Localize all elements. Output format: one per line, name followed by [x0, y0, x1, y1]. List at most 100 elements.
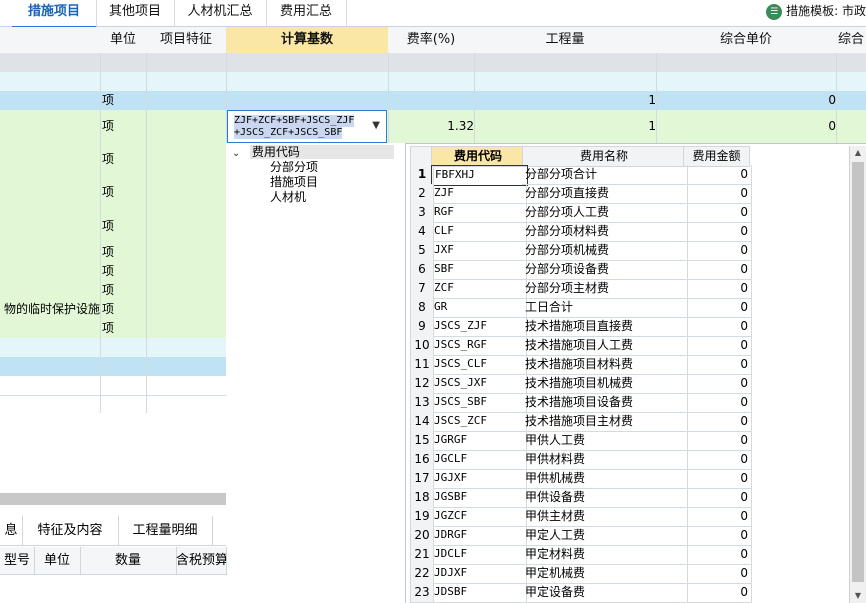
vertical-scrollbar[interactable]: ▲ ▼ [849, 146, 866, 603]
tree-item-rcj[interactable]: 人材机 [270, 190, 306, 205]
unit-cell[interactable]: 项 [100, 110, 148, 143]
code-name-cell[interactable]: 工日合计 [522, 298, 688, 318]
code-cell[interactable]: ZJF [431, 184, 527, 204]
quantity-cell[interactable] [474, 53, 660, 72]
code-name-cell[interactable]: 分部分项人工费 [522, 203, 688, 223]
code-cell[interactable]: ZCF [431, 279, 527, 299]
code-cell[interactable]: JGSBF [431, 488, 527, 508]
unit-cell[interactable] [100, 376, 148, 395]
code-row[interactable]: 10 JSCS_RGF 技术措施项目人工费 0 [410, 336, 752, 356]
item-name-cell[interactable] [0, 243, 100, 262]
code-row[interactable]: 12 JSCS_JXF 技术措施项目机械费 0 [410, 374, 752, 394]
item-name-cell[interactable] [0, 281, 100, 300]
unit-cell[interactable]: 项 [100, 262, 148, 281]
quantity-cell[interactable]: 1 [474, 91, 660, 110]
code-amount-cell[interactable]: 0 [683, 222, 752, 242]
table-row[interactable]: 项 10 [0, 91, 866, 111]
unit-price-cell[interactable] [656, 72, 840, 91]
code-cell[interactable]: CLF [431, 222, 527, 242]
code-row[interactable]: 19 JGZCF 甲供主材费 0 [410, 507, 752, 527]
code-row[interactable]: 16 JGCLF 甲供材料费 0 [410, 450, 752, 470]
code-row[interactable]: 21 JDCLF 甲定材料费 0 [410, 545, 752, 565]
code-row[interactable]: 20 JDRGF 甲定人工费 0 [410, 526, 752, 546]
code-name-cell[interactable]: 甲供设备费 [522, 488, 688, 508]
code-cell[interactable]: JGZCF [431, 507, 527, 527]
code-name-cell[interactable]: 分部分项直接费 [522, 184, 688, 204]
code-amount-cell[interactable]: 0 [683, 241, 752, 261]
item-name-cell[interactable] [0, 376, 100, 395]
code-cell[interactable]: JXF [431, 241, 527, 261]
item-name-cell[interactable] [0, 143, 100, 176]
code-row[interactable]: 7 ZCF 分部分项主材费 0 [410, 279, 752, 299]
code-header-name[interactable]: 费用名称 [522, 146, 686, 167]
code-amount-cell[interactable]: 0 [683, 545, 752, 565]
code-amount-cell[interactable]: 0 [683, 564, 752, 584]
unit-cell[interactable]: 项 [100, 243, 148, 262]
code-amount-cell[interactable]: 0 [683, 165, 752, 185]
tab-info[interactable]: 息 [0, 516, 23, 546]
code-cell[interactable]: JGRGF [431, 431, 527, 451]
code-amount-cell[interactable]: 0 [683, 412, 752, 432]
unit-cell[interactable]: 项 [100, 281, 148, 300]
code-row[interactable]: 4 CLF 分部分项材料费 0 [410, 222, 752, 242]
tree-root[interactable]: ⌄ 费用代码 [232, 145, 394, 159]
quantity-cell[interactable] [474, 72, 660, 91]
tab-quantity-detail[interactable]: 工程量明细 [118, 516, 213, 546]
code-amount-cell[interactable]: 0 [683, 583, 752, 603]
code-cell[interactable]: JSCS_JXF [431, 374, 527, 394]
code-amount-cell[interactable]: 0 [683, 374, 752, 394]
unit-cell[interactable]: 项 [100, 319, 148, 338]
table-row[interactable] [0, 53, 866, 73]
col-header-unit-price[interactable]: 综合单价 [656, 27, 837, 54]
code-name-cell[interactable]: 技术措施项目材料费 [522, 355, 688, 375]
code-row[interactable]: 5 JXF 分部分项机械费 0 [410, 241, 752, 261]
code-cell[interactable]: JGJXF [431, 469, 527, 489]
code-amount-cell[interactable]: 0 [683, 203, 752, 223]
quantity-cell[interactable]: 1 [474, 110, 660, 143]
code-row[interactable]: 9 JSCS_ZJF 技术措施项目直接费 0 [410, 317, 752, 337]
code-row[interactable]: 11 JSCS_CLF 技术措施项目材料费 0 [410, 355, 752, 375]
code-name-cell[interactable]: 甲供人工费 [522, 431, 688, 451]
unit-price-cell[interactable]: 0 [656, 91, 840, 110]
code-row[interactable]: 23 JDSBF 甲定设备费 0 [410, 583, 752, 603]
code-amount-cell[interactable]: 0 [683, 526, 752, 546]
code-name-cell[interactable]: 技术措施项目主材费 [522, 412, 688, 432]
unit-cell[interactable]: 项 [100, 300, 148, 319]
table-row[interactable]: 项 1.32 1 0 [0, 110, 866, 144]
unit-cell[interactable]: 项 [100, 209, 148, 243]
unit-cell[interactable]: 项 [100, 176, 148, 209]
code-amount-cell[interactable]: 0 [683, 279, 752, 299]
code-cell[interactable]: JSCS_CLF [431, 355, 527, 375]
code-cell[interactable]: JSCS_RGF [431, 336, 527, 356]
code-name-cell[interactable]: 甲定机械费 [522, 564, 688, 584]
code-amount-cell[interactable]: 0 [683, 450, 752, 470]
code-amount-cell[interactable]: 0 [683, 507, 752, 527]
tab-features[interactable]: 特征及内容 [22, 516, 119, 546]
code-name-cell[interactable]: 分部分项机械费 [522, 241, 688, 261]
code-amount-cell[interactable]: 0 [683, 393, 752, 413]
tab-cost-summary[interactable]: 费用汇总 [266, 0, 347, 26]
unit-cell[interactable]: 项 [100, 91, 148, 110]
calc-base-input[interactable]: ZJF+ZCF+SBF+JSCS_ZJF +JSCS_ZCF+JSCS_SBF ▼ [227, 110, 387, 143]
code-cell[interactable]: JSCS_ZCF [431, 412, 527, 432]
code-amount-cell[interactable]: 0 [683, 469, 752, 489]
item-name-cell[interactable] [0, 91, 100, 110]
code-cell[interactable]: SBF [431, 260, 527, 280]
code-amount-cell[interactable]: 0 [683, 317, 752, 337]
col-header-rate[interactable]: 费率(%) [388, 27, 475, 54]
scroll-thumb[interactable] [852, 162, 864, 582]
code-cell[interactable]: GR [431, 298, 527, 318]
measure-template-selector[interactable]: ☰ 措施模板: 市政 [766, 0, 866, 24]
item-name-cell[interactable] [0, 338, 100, 357]
code-cell[interactable]: JSCS_ZJF [431, 317, 527, 337]
detail-col-qty[interactable]: 数量 [80, 547, 177, 575]
code-name-cell[interactable]: 甲定人工费 [522, 526, 688, 546]
unit-cell[interactable] [100, 357, 148, 376]
chevron-down-icon[interactable]: ⌄ [232, 147, 246, 161]
code-cell[interactable]: RGF [431, 203, 527, 223]
code-header-amount[interactable]: 费用金额 [683, 146, 750, 167]
code-name-cell[interactable]: 技术措施项目机械费 [522, 374, 688, 394]
item-name-cell[interactable]: 物的临时保护设施 [0, 300, 100, 319]
code-amount-cell[interactable]: 0 [683, 431, 752, 451]
tab-other-items[interactable]: 其他项目 [96, 0, 175, 26]
